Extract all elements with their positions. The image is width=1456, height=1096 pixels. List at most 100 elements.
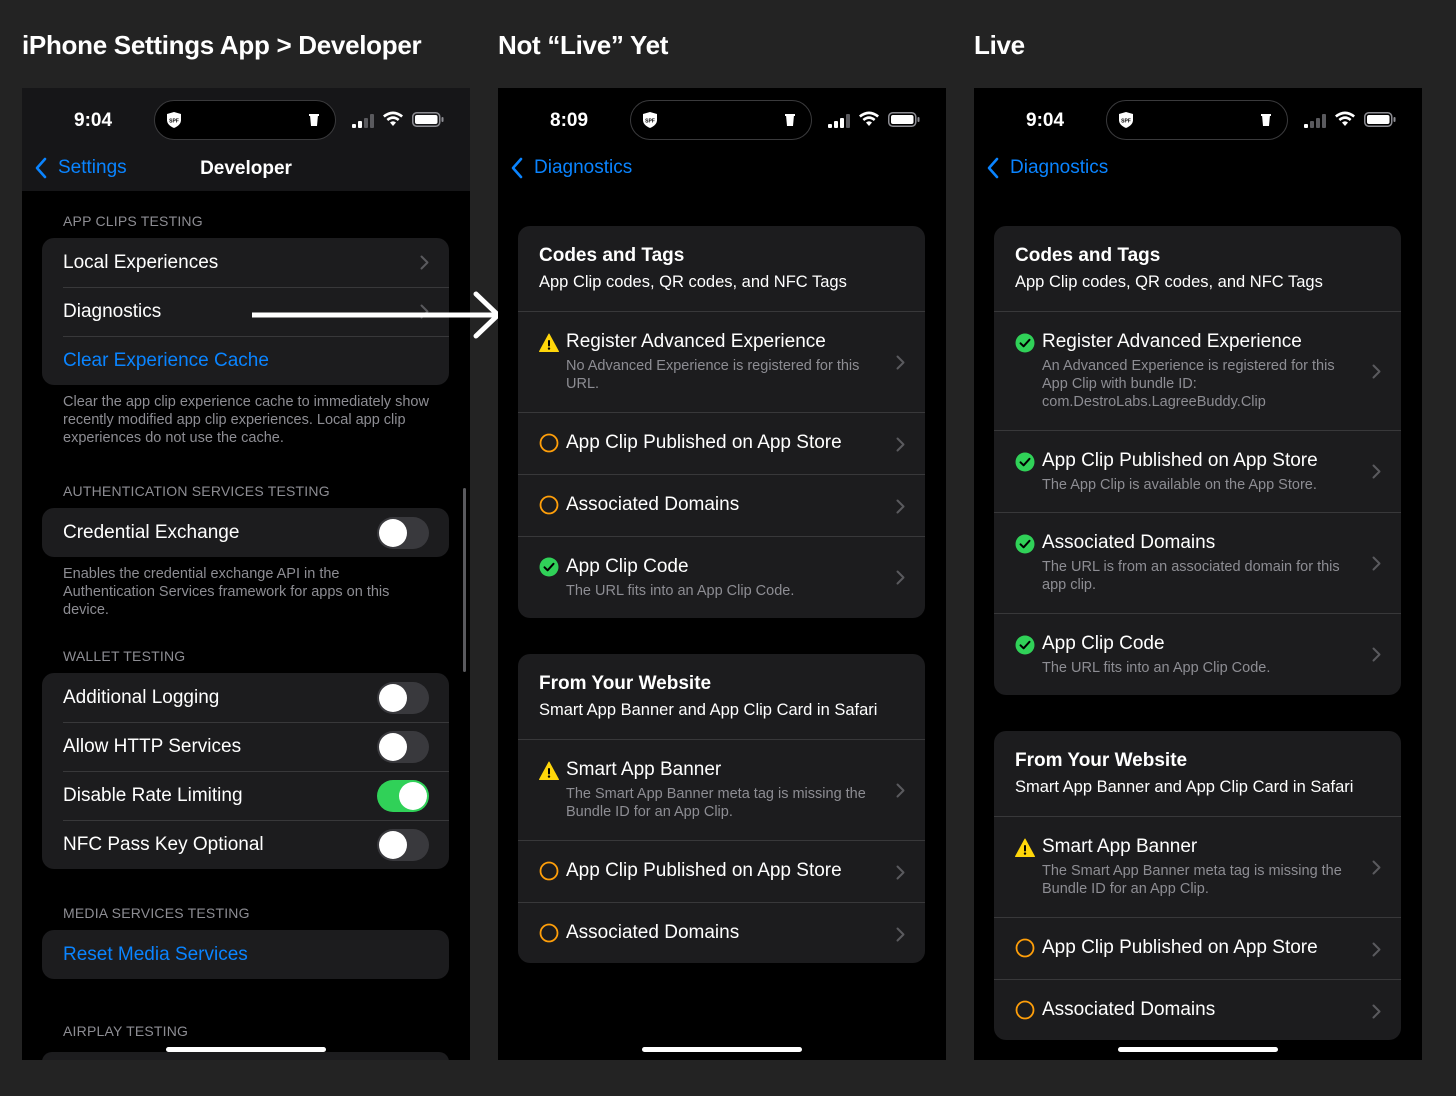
chevron-right-icon — [1372, 364, 1381, 379]
list-item-register-advanced-experience[interactable]: Register Advanced Experience An Advanced… — [994, 311, 1401, 430]
dynamic-island: SPF — [630, 100, 812, 140]
toggle-knob — [379, 519, 407, 547]
svg-text:SPF: SPF — [1121, 119, 1131, 125]
shield-icon: SPF — [1119, 112, 1133, 128]
card-title: Codes and Tags — [539, 245, 685, 266]
scrollbar[interactable] — [463, 488, 466, 672]
card-title: Codes and Tags — [1015, 245, 1161, 266]
pending-circle-icon — [539, 433, 559, 453]
card-title: From Your Website — [539, 673, 712, 694]
allow-http-services-toggle[interactable] — [377, 731, 429, 763]
item-title: Smart App Banner — [566, 759, 722, 780]
cup-icon — [785, 114, 795, 126]
chevron-left-icon — [511, 157, 523, 179]
status-time: 9:04 — [74, 110, 113, 131]
list-item-associated-domains[interactable]: Associated Domains The URL is from an as… — [994, 512, 1401, 613]
list-item-smart-app-banner[interactable]: Smart App Banner The Smart App Banner me… — [994, 816, 1401, 917]
home-indicator[interactable] — [642, 1047, 802, 1052]
status-time: 8:09 — [550, 110, 589, 131]
item-title: Register Advanced Experience — [1042, 331, 1302, 352]
warning-icon — [539, 333, 559, 352]
svg-text:SPF: SPF — [645, 119, 655, 125]
checkmark-circle-icon — [1015, 333, 1035, 353]
cellular-signal-icon — [352, 114, 374, 128]
list-item-app-clip-published[interactable]: App Clip Published on App Store The App … — [994, 430, 1401, 512]
chevron-right-icon — [1372, 556, 1381, 571]
dynamic-island: SPF — [1106, 100, 1288, 140]
row-credential-exchange: Credential Exchange — [42, 508, 449, 557]
warning-icon — [539, 761, 559, 780]
item-detail: An Advanced Experience is registered for… — [1042, 358, 1335, 410]
pending-circle-icon — [539, 495, 559, 515]
card-subtitle: App Clip codes, QR codes, and NFC Tags — [1015, 273, 1323, 291]
list-item-app-clip-published[interactable]: App Clip Published on App Store — [518, 412, 925, 474]
chevron-right-icon — [1372, 942, 1381, 957]
caption-developer: iPhone Settings App > Developer — [22, 30, 422, 60]
wifi-icon — [1335, 111, 1355, 126]
live-screen: 9:04 SPF Diagnostics Codes and Tags App … — [974, 88, 1422, 1060]
row-local-experiences[interactable]: Local Experiences — [42, 238, 449, 287]
card-subtitle: App Clip codes, QR codes, and NFC Tags — [539, 273, 847, 291]
warning-icon — [1015, 838, 1035, 857]
list-item-app-clip-code[interactable]: App Clip Code The URL fits into an App C… — [518, 536, 925, 618]
item-title: App Clip Published on App Store — [1042, 937, 1318, 958]
card-subtitle: Smart App Banner and App Clip Card in Sa… — [539, 701, 878, 719]
toggle-knob — [399, 782, 427, 810]
section-header-airplay: AIRPLAY TESTING — [63, 1023, 189, 1039]
list-item-associated-domains[interactable]: Associated Domains — [518, 902, 925, 963]
codes-and-tags-card: Codes and Tags App Clip codes, QR codes,… — [518, 226, 925, 618]
pending-circle-icon — [1015, 1000, 1035, 1020]
item-detail: The Smart App Banner meta tag is missing… — [1042, 863, 1342, 897]
checkmark-circle-icon — [539, 557, 559, 577]
item-title: Smart App Banner — [1042, 836, 1198, 857]
list-item-register-advanced-experience[interactable]: Register Advanced Experience No Advanced… — [518, 311, 925, 412]
credential-exchange-toggle[interactable] — [377, 517, 429, 549]
back-button[interactable]: Diagnostics — [986, 154, 1108, 182]
back-label: Diagnostics — [534, 157, 633, 178]
dynamic-island: SPF — [154, 100, 336, 140]
section-header-auth: AUTHENTICATION SERVICES TESTING — [63, 483, 330, 499]
chevron-right-icon — [1372, 860, 1381, 875]
item-title: Associated Domains — [1042, 999, 1216, 1020]
list-item-associated-domains[interactable]: Associated Domains — [994, 979, 1401, 1040]
card-subtitle: Smart App Banner and App Clip Card in Sa… — [1015, 778, 1354, 796]
chevron-right-icon — [1372, 464, 1381, 479]
item-title: Associated Domains — [566, 494, 740, 515]
clear-experience-cache-button[interactable]: Clear Experience Cache — [42, 336, 449, 385]
list-item-app-clip-published[interactable]: App Clip Published on App Store — [994, 917, 1401, 979]
additional-logging-toggle[interactable] — [377, 682, 429, 714]
list-item-app-clip-published[interactable]: App Clip Published on App Store — [518, 840, 925, 902]
checkmark-circle-icon — [1015, 452, 1035, 472]
developer-screen: 9:04 SPF Settings Developer APP CLIPS TE… — [22, 88, 470, 1060]
toggle-knob — [379, 831, 407, 859]
row-label: Clear Experience Cache — [63, 349, 269, 371]
reset-media-services-button[interactable]: Reset Media Services — [42, 930, 449, 979]
row-label: Additional Logging — [63, 686, 220, 708]
item-detail: The App Clip is available on the App Sto… — [1042, 477, 1317, 493]
nfc-pass-key-optional-toggle[interactable] — [377, 829, 429, 861]
battery-icon — [412, 112, 444, 127]
navbar: Diagnostics — [974, 146, 1422, 190]
item-title: App Clip Published on App Store — [1042, 450, 1318, 471]
toggle-knob — [379, 733, 407, 761]
row-allow-http-services: Allow HTTP Services — [42, 722, 449, 771]
cellular-signal-icon — [828, 114, 850, 128]
list-item-smart-app-banner[interactable]: Smart App Banner The Smart App Banner me… — [518, 739, 925, 840]
caption-live: Live — [974, 30, 1025, 60]
not-live-screen: 8:09 SPF Diagnostics Codes and Tags App … — [498, 88, 946, 1060]
list-item-associated-domains[interactable]: Associated Domains — [518, 474, 925, 536]
status-bar: 9:04 SPF — [22, 88, 470, 152]
home-indicator[interactable] — [1118, 1047, 1278, 1052]
battery-icon — [888, 112, 920, 127]
row-label: Allow HTTP Services — [63, 735, 242, 757]
row-label: Diagnostics — [63, 300, 162, 322]
item-detail: No Advanced Experience is registered for… — [566, 358, 860, 392]
cup-icon — [309, 114, 319, 126]
item-title: App Clip Code — [566, 556, 689, 577]
home-indicator[interactable] — [166, 1047, 326, 1052]
back-button[interactable]: Diagnostics — [510, 154, 632, 182]
from-your-website-card: From Your Website Smart App Banner and A… — [518, 654, 925, 963]
disable-rate-limiting-toggle[interactable] — [377, 780, 429, 812]
list-item-app-clip-code[interactable]: App Clip Code The URL fits into an App C… — [994, 613, 1401, 695]
chevron-right-icon — [896, 570, 905, 585]
